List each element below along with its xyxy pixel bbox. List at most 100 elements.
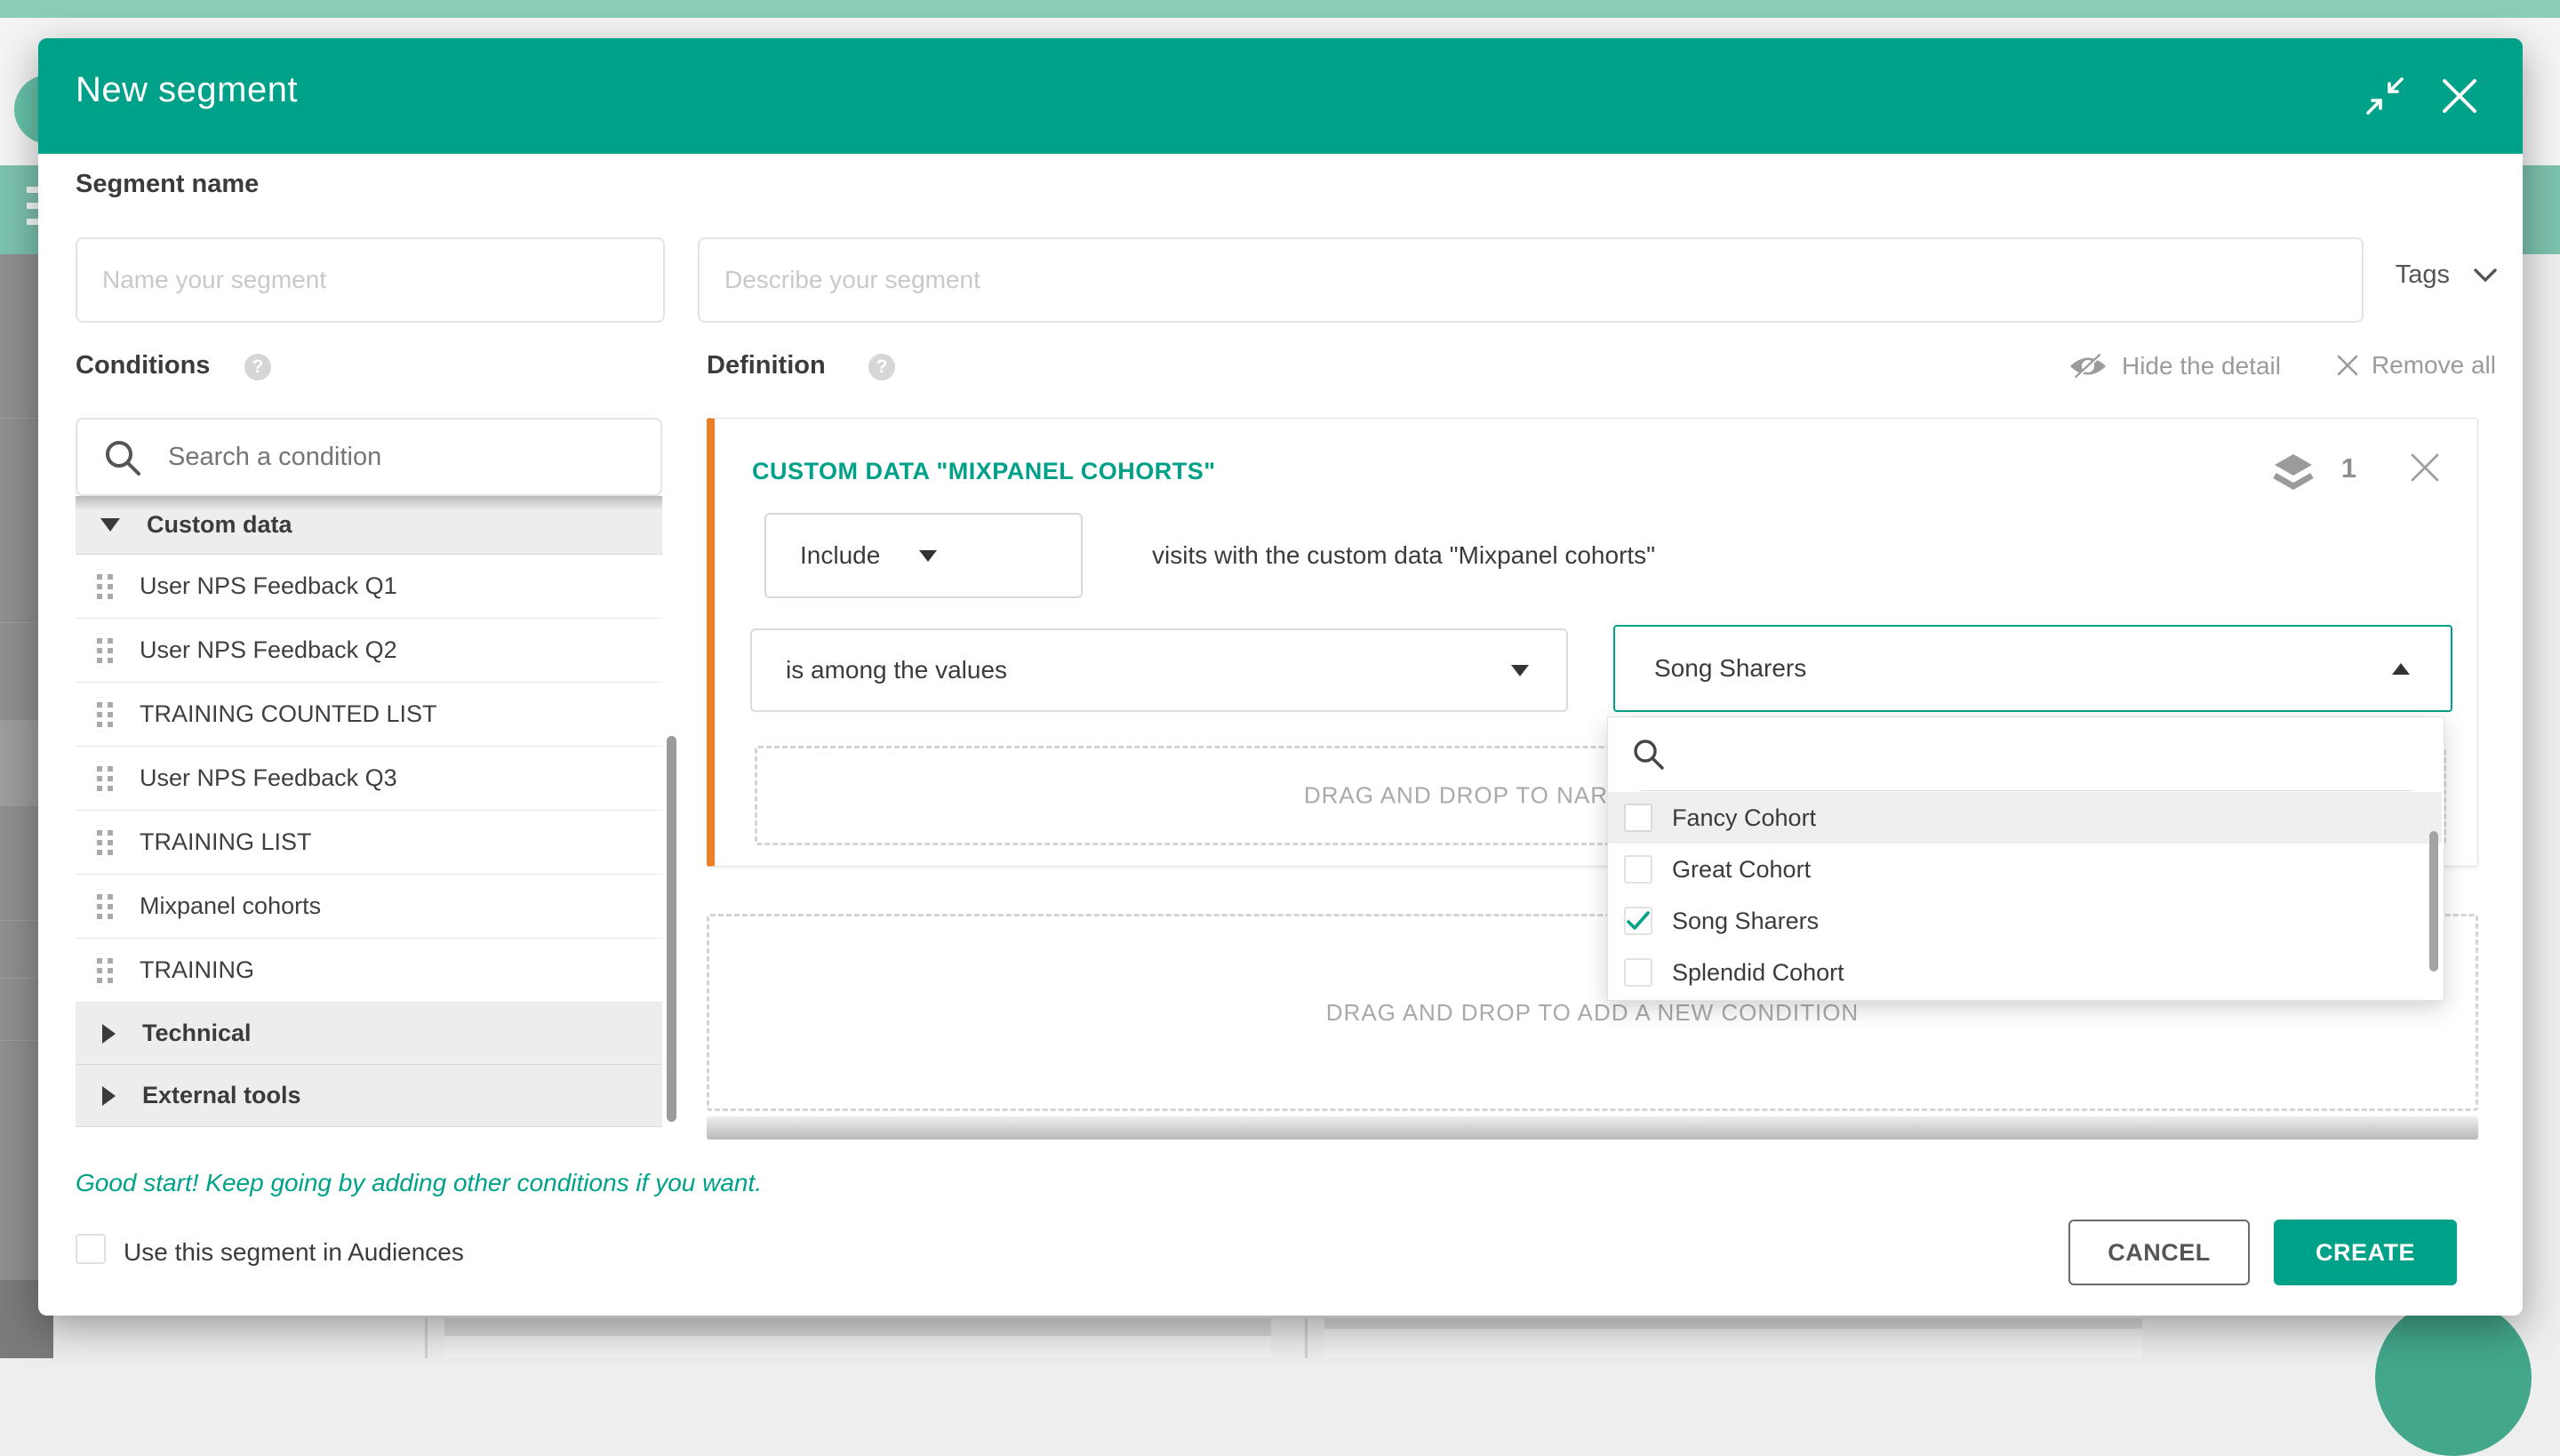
condition-item-label: User NPS Feedback Q1 — [140, 572, 397, 600]
condition-sentence: visits with the custom data "Mixpanel co… — [1152, 541, 1655, 570]
audiences-label: Use this segment in Audiences — [124, 1238, 464, 1267]
cohort-dropdown-panel: Fancy Cohort Great Cohort Song Sharers S… — [1607, 716, 2444, 1001]
condition-item-label: TRAINING — [140, 956, 254, 984]
definition-help-icon[interactable]: ? — [868, 354, 895, 380]
new-segment-modal: New segment Segment name Tags Conditions… — [38, 38, 2523, 1316]
background-card-header — [1324, 1318, 2142, 1329]
panel-divider — [1640, 790, 2412, 791]
segment-name-input[interactable] — [76, 237, 665, 323]
audiences-checkbox[interactable] — [76, 1234, 106, 1264]
conditions-help-icon[interactable]: ? — [244, 354, 271, 380]
value-select[interactable]: Song Sharers — [1613, 625, 2452, 712]
drag-handle-icon — [97, 830, 113, 855]
background-divider — [425, 1318, 428, 1358]
group-label: Custom data — [147, 511, 292, 539]
conditions-scrollbar[interactable] — [667, 736, 676, 1122]
condition-search-box[interactable] — [76, 418, 662, 496]
background-card-body — [1324, 1329, 2142, 1358]
collapse-icon[interactable] — [2364, 76, 2405, 116]
cohort-option[interactable]: Song Sharers — [1608, 895, 2442, 947]
tags-dropdown[interactable]: Tags — [2396, 260, 2498, 290]
cohort-option-label: Song Sharers — [1672, 908, 1819, 935]
condition-item-label: User NPS Feedback Q2 — [140, 636, 397, 664]
condition-search-input[interactable] — [166, 425, 632, 489]
group-custom-data[interactable]: Custom data — [76, 496, 662, 555]
definition-label: Definition — [707, 351, 826, 380]
drag-handle-icon — [97, 894, 113, 919]
cohort-option[interactable]: Great Cohort — [1608, 844, 2442, 895]
background-divider — [1305, 1318, 1308, 1358]
cancel-button[interactable]: CANCEL — [2068, 1220, 2250, 1285]
close-icon[interactable] — [2441, 77, 2478, 115]
operator-select[interactable]: is among the values — [750, 628, 1568, 712]
floating-action-button — [2375, 1300, 2532, 1456]
checkbox-unchecked[interactable] — [1624, 855, 1652, 884]
conditions-label: Conditions — [76, 351, 210, 380]
condition-item[interactable]: Mixpanel cohorts — [76, 875, 662, 939]
hide-detail-button[interactable]: Hide the detail — [2067, 351, 2281, 381]
checkbox-checked[interactable] — [1624, 907, 1652, 935]
cohort-search-input[interactable] — [1679, 733, 2376, 778]
caret-up-icon — [2392, 663, 2410, 675]
condition-item[interactable]: TRAINING LIST — [76, 811, 662, 875]
background-top-strip — [0, 0, 2560, 18]
search-icon — [1631, 737, 1667, 772]
cohort-option-label: Fancy Cohort — [1672, 804, 1816, 832]
group-label: External tools — [142, 1082, 301, 1109]
group-technical[interactable]: Technical — [76, 1003, 662, 1065]
definition-horizontal-scrollbar[interactable] — [707, 1116, 2478, 1140]
background-card-body — [444, 1336, 1271, 1358]
drag-handle-icon — [97, 638, 113, 663]
cohort-option[interactable]: Fancy Cohort — [1608, 792, 2442, 844]
layers-icon — [2271, 452, 2316, 490]
create-button[interactable]: CREATE — [2274, 1220, 2457, 1285]
check-icon — [1627, 911, 1650, 931]
narrow-dropzone-text: DRAG AND DROP TO NAR — [1304, 782, 1608, 810]
remove-condition-icon[interactable] — [2408, 451, 2442, 484]
drag-handle-icon — [97, 958, 113, 983]
drag-handle-icon — [97, 766, 113, 791]
condition-item-label: Mixpanel cohorts — [140, 892, 321, 920]
x-icon — [2336, 354, 2359, 377]
operator-value: is among the values — [786, 656, 1007, 684]
modal-header: New segment — [38, 38, 2523, 154]
value-selected: Song Sharers — [1654, 654, 1806, 683]
segment-name-label: Segment name — [76, 170, 259, 199]
include-select[interactable]: Include — [764, 513, 1083, 598]
caret-down-icon — [919, 550, 937, 562]
triangle-down-icon — [100, 518, 120, 532]
triangle-right-icon — [102, 1086, 116, 1106]
layer-count: 1 — [2341, 452, 2356, 484]
triangle-right-icon — [102, 1024, 116, 1044]
drag-handle-icon — [97, 702, 113, 727]
hide-detail-label: Hide the detail — [2122, 352, 2281, 380]
cohort-option-label: Splendid Cohort — [1672, 959, 1844, 987]
add-condition-dropzone-text: DRAG AND DROP TO ADD A NEW CONDITION — [1326, 999, 1859, 1027]
cohort-option-label: Great Cohort — [1672, 856, 1811, 884]
checkbox-unchecked[interactable] — [1624, 958, 1652, 987]
modal-title: New segment — [76, 70, 298, 110]
condition-item[interactable]: User NPS Feedback Q2 — [76, 619, 662, 683]
eye-slash-icon — [2067, 351, 2109, 381]
condition-item-label: TRAINING LIST — [140, 828, 312, 856]
checkbox-unchecked[interactable] — [1624, 804, 1652, 832]
group-external-tools[interactable]: External tools — [76, 1065, 662, 1127]
condition-item[interactable]: TRAINING COUNTED LIST — [76, 683, 662, 747]
tags-label: Tags — [2396, 260, 2450, 290]
remove-all-button[interactable]: Remove all — [2336, 351, 2496, 380]
condition-item[interactable]: User NPS Feedback Q1 — [76, 555, 662, 619]
include-value: Include — [800, 541, 880, 570]
condition-item[interactable]: TRAINING — [76, 939, 662, 1003]
search-icon — [102, 437, 143, 478]
caret-down-icon — [1511, 665, 1529, 676]
condition-card-title: CUSTOM DATA "MIXPANEL COHORTS" — [752, 458, 1216, 485]
condition-item[interactable]: User NPS Feedback Q3 — [76, 747, 662, 811]
condition-item-label: TRAINING COUNTED LIST — [140, 700, 437, 728]
drag-handle-icon — [97, 574, 113, 599]
background-card-header — [444, 1318, 1271, 1336]
cohort-option[interactable]: Splendid Cohort — [1608, 947, 2442, 998]
condition-item-label: User NPS Feedback Q3 — [140, 764, 397, 792]
panel-scrollbar[interactable] — [2429, 831, 2438, 972]
conditions-list: Custom data User NPS Feedback Q1 User NP… — [76, 496, 662, 1127]
segment-description-input[interactable] — [698, 237, 2364, 323]
